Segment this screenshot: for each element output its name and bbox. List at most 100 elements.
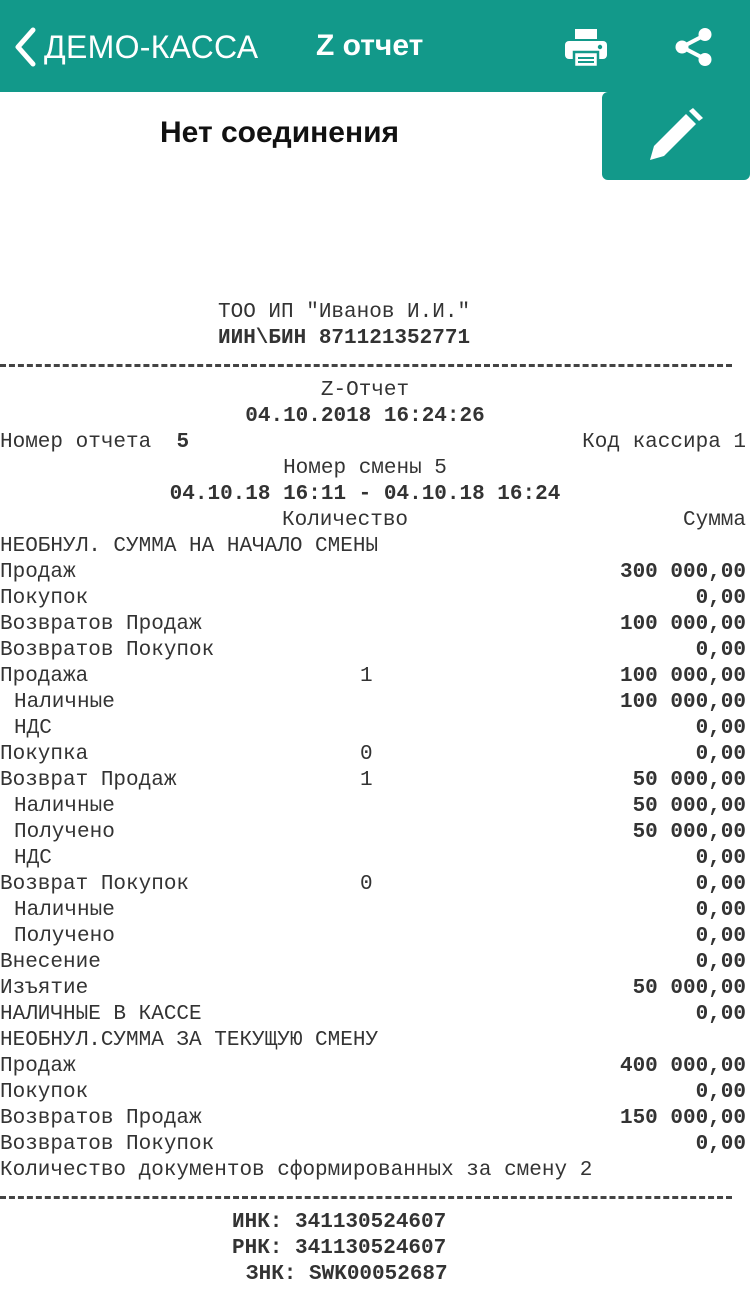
- row-quantity: [360, 716, 440, 742]
- row-amount: 0,00: [695, 925, 746, 948]
- row-label: Возвратов Продаж: [0, 613, 202, 636]
- row-quantity: [360, 794, 440, 820]
- receipt-row: Возвратов Покупок 0,00: [0, 1132, 750, 1158]
- row-quantity: [360, 560, 440, 586]
- column-headers: Количество Сумма: [0, 508, 750, 534]
- row-quantity: [360, 898, 440, 924]
- receipt-row: Покупка 0 0,00: [0, 742, 750, 768]
- rnk-code: РНК: 341130524607: [232, 1237, 447, 1260]
- row-label: Возврат Покупок: [0, 873, 190, 896]
- row-label: НДС: [14, 847, 52, 870]
- receipt-row: Продаж 400 000,00: [0, 1054, 750, 1080]
- row-amount: 0,00: [695, 743, 746, 766]
- report-number-row: Номер отчета 5 Код кассира 1: [0, 430, 750, 456]
- row-amount: 0,00: [695, 717, 746, 740]
- dashed-divider: [0, 1184, 750, 1210]
- row-amount: 0,00: [695, 951, 746, 974]
- report-number: 5: [176, 431, 190, 454]
- row-label: Получено: [14, 925, 115, 948]
- report-number-label: Номер отчета: [0, 431, 152, 454]
- row-amount: 0,00: [695, 847, 746, 870]
- edit-button[interactable]: [602, 92, 750, 180]
- connection-status: Нет соединения: [160, 116, 400, 149]
- shift-number: Номер смены 5: [283, 457, 447, 480]
- row-label: Наличные: [14, 691, 115, 714]
- row-amount: 50 000,00: [632, 769, 746, 792]
- row-amount: 0,00: [695, 1133, 746, 1156]
- row-amount: 50 000,00: [632, 795, 746, 818]
- row-quantity: 1: [360, 769, 373, 792]
- back-label: ДЕМО-КАССА: [44, 28, 259, 65]
- pencil-icon: [650, 108, 703, 160]
- row-label: Внесение: [0, 951, 101, 974]
- inc-code: ИНК: 341130524607: [232, 1211, 447, 1234]
- printer-icon: [565, 29, 607, 68]
- receipt-row: Внесение 0,00: [0, 950, 750, 976]
- row-amount: 150 000,00: [619, 1107, 746, 1130]
- top-bar: ДЕМО-КАССА Z отчет: [0, 0, 750, 92]
- receipt-row: Возврат Продаж 1 50 000,00: [0, 768, 750, 794]
- back-button[interactable]: ДЕМО-КАССА: [14, 27, 258, 67]
- sum-header: Сумма: [682, 509, 746, 532]
- report-name: Z-Отчет: [320, 379, 410, 402]
- row-label: Продажа: [0, 665, 89, 688]
- row-amount: 100 000,00: [619, 665, 746, 688]
- row-label: Продаж: [0, 1055, 76, 1078]
- receipt-rows: Продаж 300 000,00 Покупок 0,00 Возвратов Про…: [0, 560, 750, 1028]
- receipt-row: Изъятие 50 000,00: [0, 976, 750, 1002]
- receipt-row: Продажа 1 100 000,00: [0, 664, 750, 690]
- row-quantity: [360, 924, 440, 950]
- receipt-row: Возвратов Продаж 150 000,00: [0, 1106, 750, 1132]
- row-quantity: [360, 846, 440, 872]
- chevron-left-icon: [15, 27, 36, 67]
- receipt-row: Покупок 0,00: [0, 586, 750, 612]
- docs-count: Количество документов сформированных за …: [0, 1159, 593, 1182]
- row-amount: 0,00: [695, 1003, 746, 1026]
- receipt-row: Возвратов Покупок 0,00: [0, 638, 750, 664]
- row-label: Покупок: [0, 1081, 89, 1104]
- z-report-receipt: ТОО ИП "Иванов И.И." ИИН\БИН 87112135277…: [0, 300, 750, 1288]
- row-amount: 0,00: [695, 587, 746, 610]
- row-label: Изъятие: [0, 977, 89, 1000]
- row-quantity: [360, 1080, 440, 1106]
- row-label: НАЛИЧНЫЕ В КАССЕ: [0, 1003, 202, 1026]
- row-quantity: 0: [360, 743, 373, 766]
- row-amount: 0,00: [695, 899, 746, 922]
- row-quantity: [360, 638, 440, 664]
- receipt-row: Покупок 0,00: [0, 1080, 750, 1106]
- row-label: Возвратов Покупок: [0, 639, 215, 662]
- share-button[interactable]: [674, 27, 714, 67]
- receipt-row: Получено 0,00: [0, 924, 750, 950]
- row-amount: 0,00: [695, 639, 746, 662]
- receipt-row: Возвратов Продаж 100 000,00: [0, 612, 750, 638]
- row-quantity: [360, 1002, 440, 1028]
- row-quantity: [360, 690, 440, 716]
- row-amount: 100 000,00: [619, 613, 746, 636]
- receipt-row: Наличные 50 000,00: [0, 794, 750, 820]
- row-quantity: [360, 820, 440, 846]
- share-icon: [675, 28, 712, 66]
- row-amount: 0,00: [695, 873, 746, 896]
- row-amount: 0,00: [695, 1081, 746, 1104]
- shift-period: 04.10.18 16:11 - 04.10.18 16:24: [169, 483, 561, 506]
- cashier-code: Код кассира 1: [582, 431, 746, 454]
- receipt-row: НАЛИЧНЫЕ В КАССЕ 0,00: [0, 1002, 750, 1028]
- row-amount: 50 000,00: [632, 821, 746, 844]
- qty-header: Количество: [282, 509, 409, 532]
- start-sum-header: НЕОБНУЛ. СУММА НА НАЧАЛО СМЕНЫ: [0, 535, 379, 558]
- receipt-row: Продаж 300 000,00: [0, 560, 750, 586]
- row-amount: 400 000,00: [619, 1055, 746, 1078]
- receipt-row: Возврат Покупок 0 0,00: [0, 872, 750, 898]
- print-button[interactable]: [564, 28, 608, 68]
- row-amount: 100 000,00: [619, 691, 746, 714]
- receipt-row: Наличные 100 000,00: [0, 690, 750, 716]
- row-quantity: [360, 612, 440, 638]
- current-sum-header: НЕОБНУЛ.СУММА ЗА ТЕКУЩУЮ СМЕНУ: [0, 1029, 379, 1052]
- row-label: Возвратов Продаж: [0, 1107, 202, 1130]
- report-datetime: 04.10.2018 16:24:26: [245, 405, 485, 428]
- row-label: НДС: [14, 717, 52, 740]
- dashed-divider: [0, 352, 750, 378]
- row-amount: 50 000,00: [632, 977, 746, 1000]
- receipt-row: Наличные 0,00: [0, 898, 750, 924]
- current-rows: Продаж 400 000,00 Покупок 0,00 Возвратов Про…: [0, 1054, 750, 1158]
